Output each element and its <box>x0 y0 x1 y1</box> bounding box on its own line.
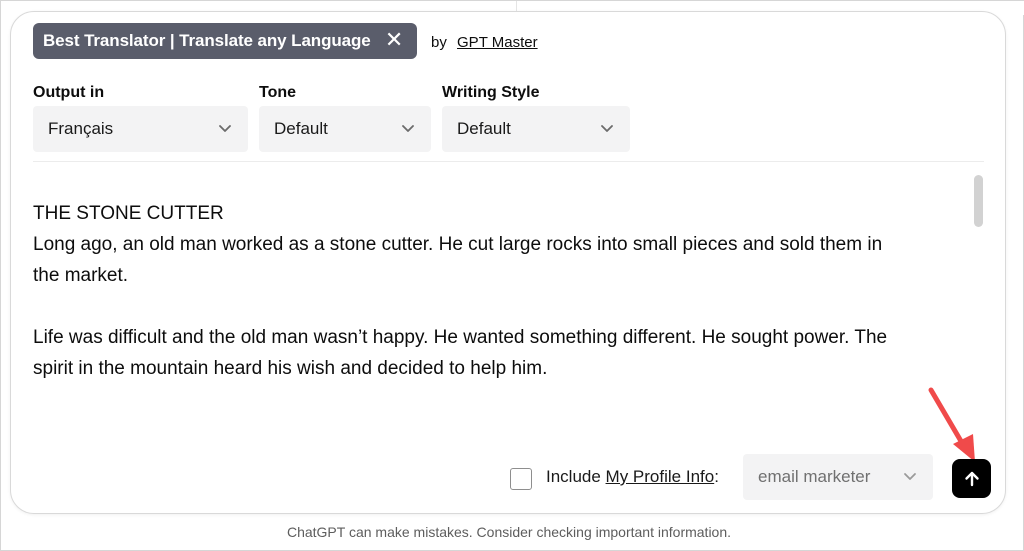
gpt-byline: by GPT Master <box>431 34 538 51</box>
style-select[interactable]: Default <box>442 106 630 152</box>
gpt-name: Best Translator | Translate any Language <box>43 31 371 50</box>
red-arrow-icon <box>928 387 975 462</box>
scrollbar-thumb[interactable] <box>974 175 983 227</box>
profile-value: email marketer <box>758 467 871 486</box>
chevron-down-icon <box>904 473 916 480</box>
include-profile-checkbox[interactable] <box>510 468 532 490</box>
profile-select[interactable]: email marketer <box>743 454 933 500</box>
close-icon[interactable]: ✕ <box>383 27 405 52</box>
message-paragraph-1: Long ago, an old man worked as a stone c… <box>33 234 883 286</box>
message-title: THE STONE CUTTER <box>33 203 224 224</box>
message-input[interactable]: THE STONE CUTTER Long ago, an old man wo… <box>33 198 913 384</box>
divider <box>33 161 984 162</box>
tone-label: Tone <box>259 84 297 101</box>
output-value: Français <box>48 119 114 138</box>
gpt-chip[interactable]: Best Translator | Translate any Language… <box>33 23 417 59</box>
send-button[interactable] <box>952 459 991 498</box>
chevron-down-icon <box>402 125 414 132</box>
chevron-down-icon <box>219 125 231 132</box>
chevron-down-icon <box>601 125 613 132</box>
include-prefix: Include <box>546 467 606 486</box>
app-frame: Best Translator | Translate any Language… <box>0 0 1024 551</box>
include-colon: : <box>714 467 719 486</box>
output-label: Output in <box>33 84 105 101</box>
include-profile-label: Include My Profile Info: <box>546 467 719 487</box>
output-select[interactable]: Français <box>33 106 248 152</box>
arrow-up-icon <box>964 471 979 486</box>
profile-info-link[interactable]: My Profile Info <box>606 467 715 486</box>
composer-card: Best Translator | Translate any Language… <box>10 11 1006 514</box>
style-value: Default <box>457 119 511 138</box>
author-link[interactable]: GPT Master <box>457 34 538 51</box>
style-label: Writing Style <box>442 84 540 101</box>
tone-value: Default <box>274 119 328 138</box>
tone-select[interactable]: Default <box>259 106 431 152</box>
by-label: by <box>431 34 447 51</box>
disclaimer: ChatGPT can make mistakes. Consider chec… <box>286 524 732 540</box>
message-paragraph-2: Life was difficult and the old man wasn’… <box>33 327 888 379</box>
